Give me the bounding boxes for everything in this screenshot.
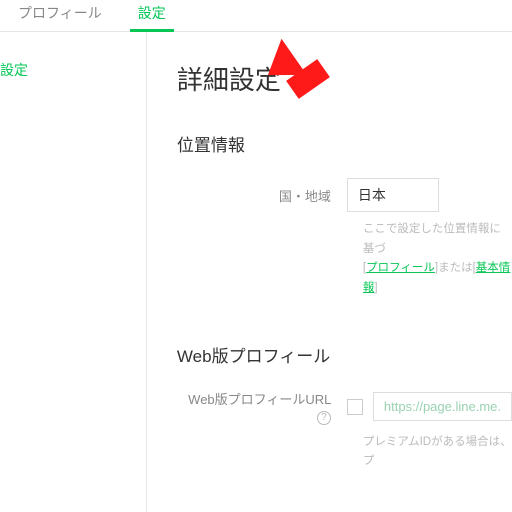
link-profile[interactable]: プロフィール xyxy=(366,262,435,274)
page-title: 詳細設定 xyxy=(177,60,512,97)
web-hint: プレミアムIDがある場合は、プ xyxy=(177,433,512,472)
hint-mid: ]または[ xyxy=(435,262,476,274)
row-web-url: Web版プロフィールURL ? https://page.line.me. xyxy=(177,389,512,425)
section-location: 位置情報 国・地域 日本 ここで設定した位置情報に基づ [プロフィール]または[… xyxy=(177,131,512,298)
hint-text: ここで設定した位置情報に基づ xyxy=(363,223,501,255)
sidebar: 設定 xyxy=(0,32,147,512)
sidebar-item-settings[interactable]: 設定 xyxy=(0,56,146,84)
web-url-label: Web版プロフィールURL ? xyxy=(177,389,347,425)
location-hint: ここで設定した位置情報に基づ [プロフィール]または[基本情報] xyxy=(177,220,512,298)
section-web-profile: Web版プロフィール Web版プロフィールURL ? https://page.… xyxy=(177,342,512,472)
country-label: 国・地域 xyxy=(177,186,347,205)
row-country: 国・地域 日本 xyxy=(177,178,512,212)
help-icon[interactable]: ? xyxy=(317,411,331,425)
main-content: 詳細設定 位置情報 国・地域 日本 ここで設定した位置情報に基づ [プロフィール… xyxy=(147,32,512,512)
web-url-checkbox[interactable] xyxy=(347,399,363,415)
tab-settings[interactable]: 設定 xyxy=(120,0,184,31)
location-heading: 位置情報 xyxy=(177,131,512,156)
tab-bar: プロフィール 設定 xyxy=(0,0,512,32)
web-url-field[interactable]: https://page.line.me. xyxy=(373,392,512,421)
layout: 設定 詳細設定 位置情報 国・地域 日本 ここで設定した位置情報に基づ [プロフ… xyxy=(0,32,512,512)
country-select[interactable]: 日本 xyxy=(347,178,439,212)
tab-profile[interactable]: プロフィール xyxy=(0,0,120,31)
web-heading: Web版プロフィール xyxy=(177,342,512,367)
